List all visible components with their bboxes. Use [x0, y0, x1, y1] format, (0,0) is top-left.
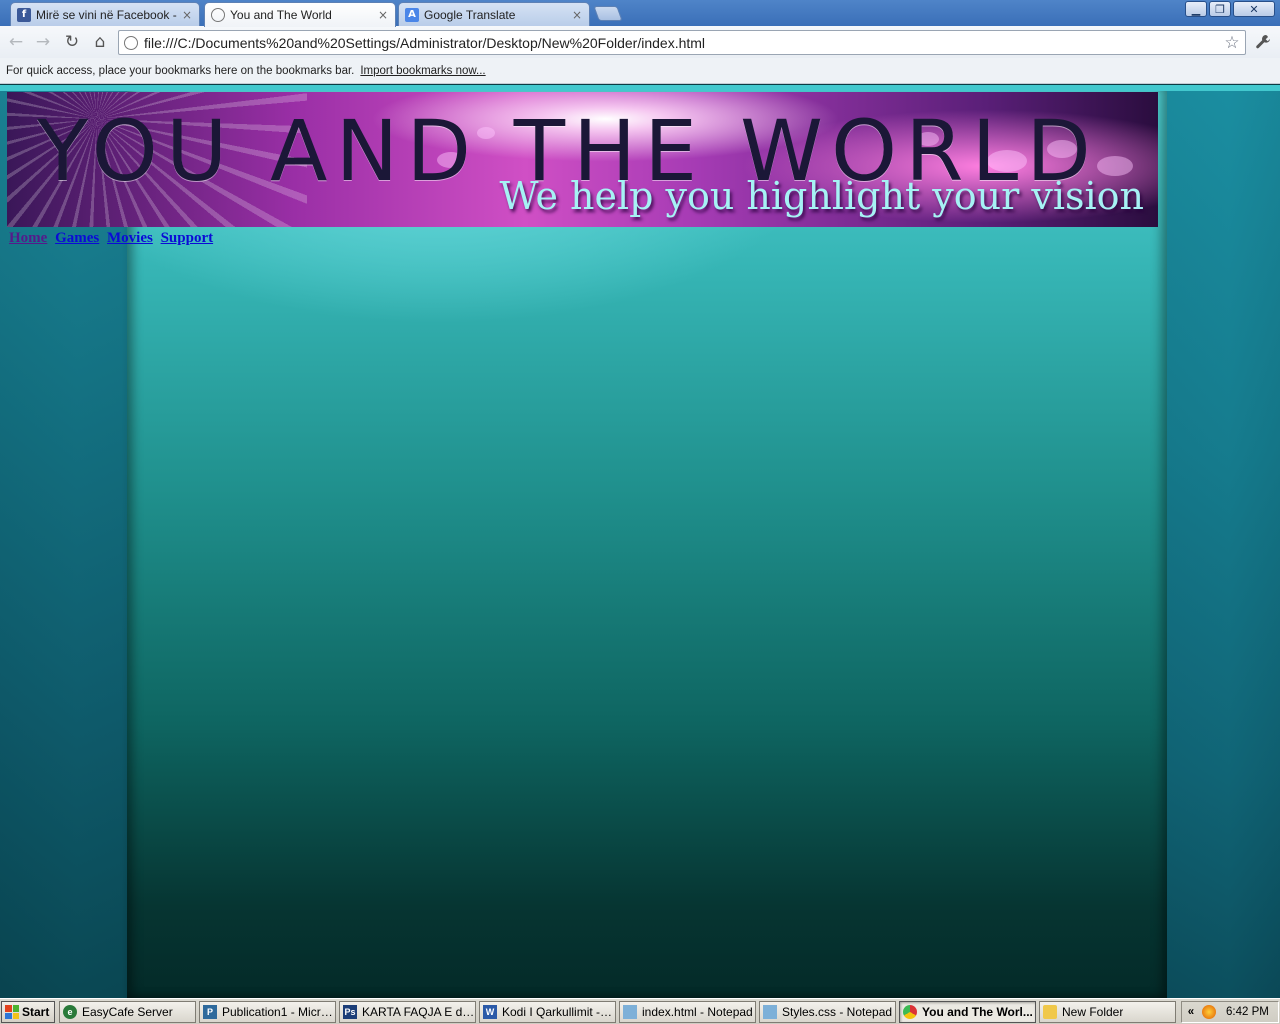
globe-icon — [211, 8, 225, 22]
site-navigation: Home Games Movies Support — [9, 230, 217, 247]
bookmarks-bar-message: For quick access, place your bookmarks h… — [6, 64, 355, 77]
restore-button[interactable]: ❐ — [1209, 1, 1231, 17]
tab-title: Google Translate — [424, 7, 516, 22]
notepad-icon — [623, 1005, 637, 1019]
tab-facebook[interactable]: f Mirë se vini në Facebook - Kyçu × — [10, 2, 200, 26]
tab-google-translate[interactable]: A Google Translate × — [398, 2, 590, 26]
bookmarks-bar: For quick access, place your bookmarks h… — [0, 58, 1280, 84]
notepad-icon — [763, 1005, 777, 1019]
start-label: Start — [22, 1005, 50, 1019]
header-banner: YOU AND THE WORLD We help you highlight … — [7, 92, 1158, 227]
reload-button[interactable]: ↻ — [61, 31, 83, 53]
taskbar-item-photoshop[interactable]: Ps KARTA FAQJA E dyt... — [339, 1001, 476, 1023]
nav-link-support[interactable]: Support — [161, 230, 214, 246]
page-viewport: YOU AND THE WORLD We help you highlight … — [0, 85, 1280, 998]
banner-tagline: We help you highlight your vision — [499, 174, 1144, 218]
facebook-icon: f — [17, 7, 31, 22]
publisher-icon: P — [203, 1005, 217, 1019]
nav-link-movies[interactable]: Movies — [107, 230, 153, 246]
background-right — [1167, 85, 1280, 998]
clock: 6:42 PM — [1226, 1006, 1269, 1018]
close-tab-icon[interactable]: × — [377, 8, 389, 22]
taskbar-item-word[interactable]: W Kodi I Qarkullimit - M... — [479, 1001, 616, 1023]
translate-icon: A — [405, 7, 419, 22]
start-button[interactable]: Start — [1, 1001, 55, 1023]
folder-icon — [1043, 1005, 1057, 1019]
wrench-menu-icon[interactable] — [1251, 31, 1275, 53]
word-icon: W — [483, 1005, 497, 1019]
close-window-button[interactable]: ✕ — [1233, 1, 1275, 17]
taskbar-item-index-notepad[interactable]: index.html - Notepad — [619, 1001, 756, 1023]
address-bar[interactable]: ☆ — [118, 30, 1246, 55]
top-band — [0, 85, 1280, 91]
tab-title: Mirë se vini në Facebook - Kyçu — [36, 7, 181, 22]
taskbar-item-publication[interactable]: P Publication1 - Micros... — [199, 1001, 336, 1023]
show-hidden-icons-button[interactable]: « — [1182, 1006, 1200, 1018]
system-tray: « 6:42 PM — [1181, 1001, 1279, 1023]
taskbar-item-styles-notepad[interactable]: Styles.css - Notepad — [759, 1001, 896, 1023]
minimize-button[interactable]: ▁ — [1185, 1, 1207, 17]
taskbar-item-chrome[interactable]: You and The Worl... — [899, 1001, 1036, 1023]
tab-you-and-the-world[interactable]: You and The World × — [204, 2, 396, 27]
close-tab-icon[interactable]: × — [571, 8, 583, 22]
forward-button[interactable]: → — [32, 31, 54, 53]
chrome-icon — [903, 1005, 917, 1019]
tab-title: You and The World — [230, 8, 332, 22]
windows-logo-icon — [5, 1005, 19, 1019]
import-bookmarks-link[interactable]: Import bookmarks now... — [360, 65, 485, 77]
photoshop-icon: Ps — [343, 1005, 357, 1019]
tray-app-icon[interactable] — [1202, 1005, 1216, 1019]
easycafe-icon: e — [63, 1005, 77, 1019]
page-icon — [124, 35, 138, 50]
bookmark-star-icon[interactable]: ☆ — [1219, 33, 1245, 53]
nav-link-games[interactable]: Games — [55, 230, 99, 246]
close-tab-icon[interactable]: × — [181, 8, 193, 22]
taskbar-item-easycafe[interactable]: e EasyCafe Server — [59, 1001, 196, 1023]
new-tab-button[interactable] — [593, 6, 623, 21]
windows-taskbar: Start e EasyCafe Server P Publication1 -… — [0, 998, 1280, 1024]
nav-link-home[interactable]: Home — [9, 230, 47, 246]
home-button[interactable]: ⌂ — [89, 31, 111, 53]
back-button[interactable]: ← — [5, 31, 27, 53]
browser-titlebar: f Mirë se vini në Facebook - Kyçu × You … — [0, 0, 1280, 27]
taskbar-item-new-folder[interactable]: New Folder — [1039, 1001, 1176, 1023]
url-input[interactable] — [144, 34, 1219, 51]
